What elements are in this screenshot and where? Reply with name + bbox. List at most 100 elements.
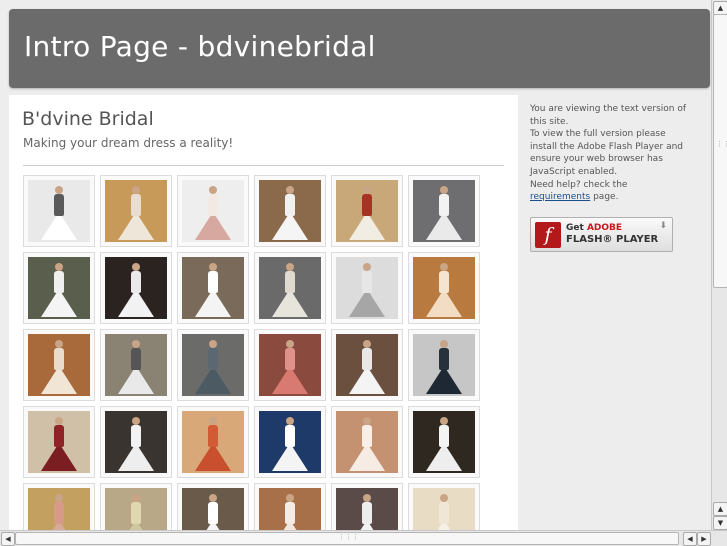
get-flash-player-button[interactable]: f Get ADOBE FLASH® PLAYER ⬇ (530, 217, 673, 252)
dress-thumbnail[interactable] (177, 175, 249, 247)
dress-photo (259, 334, 321, 396)
dress-thumbnail[interactable] (331, 252, 403, 324)
dress-photo (259, 180, 321, 242)
download-arrow-icon: ⬇ (659, 221, 667, 231)
arrow-down-icon[interactable]: ▼ (713, 516, 727, 530)
dress-thumbnail[interactable] (408, 483, 480, 535)
dress-thumbnail[interactable] (254, 406, 326, 478)
vertical-scroll-thumb[interactable] (713, 14, 727, 288)
text-version-notice: You are viewing the text version of this… (530, 103, 690, 204)
model-head (209, 494, 217, 502)
dress-bodice (439, 502, 449, 524)
dress-thumbnail[interactable] (254, 483, 326, 535)
dress-photo (28, 334, 90, 396)
model-head (55, 494, 63, 502)
requirements-link[interactable]: requirements (530, 192, 590, 202)
dress-skirt (195, 366, 231, 394)
dress-thumbnail[interactable] (408, 252, 480, 324)
notice-line-1: You are viewing the text version of this… (530, 104, 687, 127)
dress-photo (182, 411, 244, 473)
arrow-right-icon[interactable]: ▶ (697, 532, 711, 546)
notice-help: Need help? check the requirements page. (530, 179, 690, 204)
arrow-up-icon[interactable]: ▲ (713, 1, 727, 15)
dress-thumbnail[interactable] (408, 406, 480, 478)
dress-bodice (54, 271, 64, 293)
dress-thumbnail[interactable] (331, 175, 403, 247)
arrow-left-icon[interactable]: ◀ (1, 532, 15, 546)
dress-bodice (439, 348, 449, 370)
dress-bodice (285, 502, 295, 524)
dress-thumbnail[interactable] (23, 252, 95, 324)
dress-thumbnail[interactable] (23, 175, 95, 247)
dress-skirt (41, 443, 77, 471)
dress-skirt (349, 443, 385, 471)
model-head (440, 263, 448, 271)
dress-thumbnail[interactable] (177, 406, 249, 478)
dress-thumbnail[interactable] (100, 329, 172, 401)
dress-thumbnail[interactable] (23, 483, 95, 535)
dress-thumbnail[interactable] (100, 406, 172, 478)
dress-thumbnail[interactable] (100, 175, 172, 247)
dress-photo (336, 257, 398, 319)
dress-bodice (131, 502, 141, 524)
dress-photo (28, 257, 90, 319)
dress-thumbnail[interactable] (177, 252, 249, 324)
dress-thumbnail[interactable] (331, 329, 403, 401)
flash-logo-icon: f (535, 222, 561, 248)
dress-thumbnail[interactable] (177, 483, 249, 535)
dress-thumbnail[interactable] (100, 483, 172, 535)
dress-thumbnail[interactable] (408, 329, 480, 401)
model-head (209, 263, 217, 271)
dress-thumbnail[interactable] (331, 483, 403, 535)
dress-skirt (272, 289, 308, 317)
dress-thumbnail[interactable] (100, 252, 172, 324)
dress-bodice (362, 271, 372, 293)
dress-bodice (54, 425, 64, 447)
dress-thumbnail[interactable] (23, 406, 95, 478)
dress-thumbnail[interactable] (23, 329, 95, 401)
dress-skirt (272, 212, 308, 240)
dress-thumbnail[interactable] (408, 175, 480, 247)
dress-photo (336, 334, 398, 396)
model-head (440, 186, 448, 194)
dress-bodice (131, 194, 141, 216)
dress-bodice (362, 348, 372, 370)
dress-photo (259, 257, 321, 319)
dress-bodice (362, 425, 372, 447)
horizontal-scrollbar[interactable]: ◀ ⋮⋮⋮ ◀ ▶ (0, 530, 727, 546)
dress-skirt (195, 443, 231, 471)
arrow-left-icon[interactable]: ◀ (683, 532, 697, 546)
model-head (286, 417, 294, 425)
model-head (440, 340, 448, 348)
model-head (209, 417, 217, 425)
model-head (132, 340, 140, 348)
vertical-scrollbar[interactable]: ▲ ⋮⋮ ▲ ▼ (711, 0, 727, 530)
dress-photo (105, 180, 167, 242)
dress-photo (336, 488, 398, 535)
dress-skirt (349, 366, 385, 394)
dress-photo (105, 334, 167, 396)
grip-icon: ⋮⋮ (716, 140, 727, 148)
dress-thumbnail[interactable] (331, 406, 403, 478)
arrow-up-icon[interactable]: ▲ (713, 502, 727, 516)
dress-photo (413, 257, 475, 319)
dress-thumbnail[interactable] (177, 329, 249, 401)
model-head (132, 263, 140, 271)
dress-thumbnail[interactable] (254, 329, 326, 401)
model-head (209, 186, 217, 194)
dress-thumbnail[interactable] (254, 175, 326, 247)
dress-photo (28, 411, 90, 473)
dress-bodice (208, 425, 218, 447)
page-title: Intro Page - bdvinebridal (24, 30, 376, 63)
model-head (132, 417, 140, 425)
dress-bodice (131, 425, 141, 447)
dress-bodice (439, 194, 449, 216)
dress-thumbnail[interactable] (254, 252, 326, 324)
dress-bodice (285, 271, 295, 293)
model-head (55, 186, 63, 194)
dress-bodice (208, 348, 218, 370)
dress-bodice (208, 502, 218, 524)
dress-photo (105, 411, 167, 473)
help-prefix: Need help? check the (530, 179, 628, 190)
dress-photo (336, 411, 398, 473)
